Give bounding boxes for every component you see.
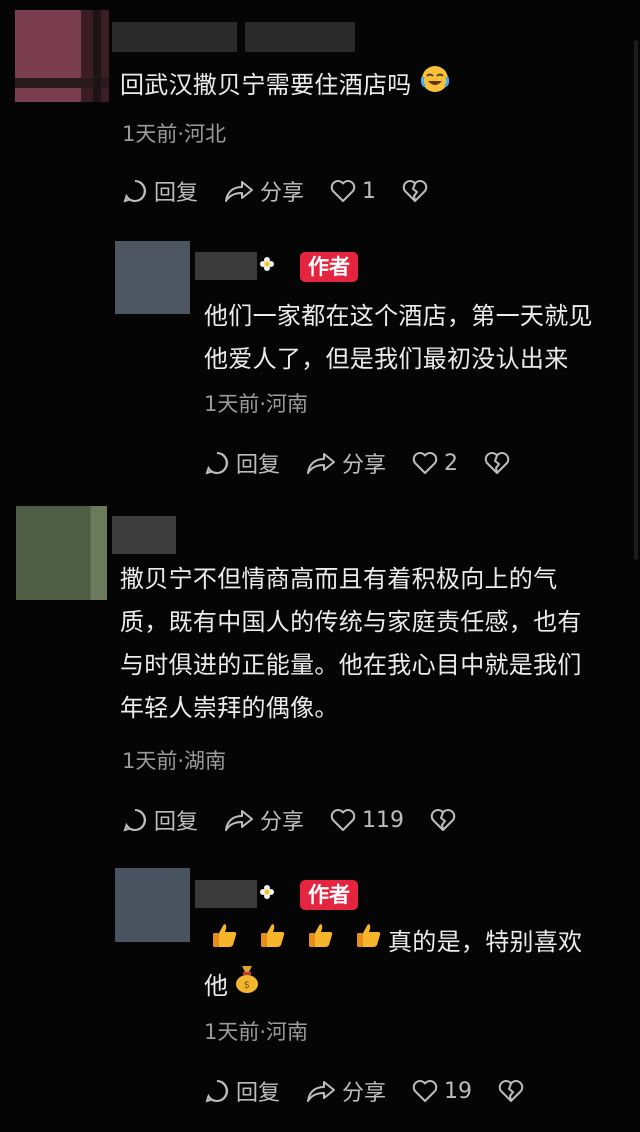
heart-icon <box>330 180 356 202</box>
comment-actions: 回复 分享 1 <box>122 175 460 207</box>
svg-text:$: $ <box>244 980 251 991</box>
comment-2: 作者 他们一家都在这个酒店，第一天就见 他爱人了，但是我们最初没认出来 1天前·… <box>0 230 640 500</box>
comment-text: 真的是，特别喜欢 他 $ <box>204 920 582 1008</box>
like-count: 2 <box>444 450 459 476</box>
share-label: 分享 <box>342 1081 387 1106</box>
comment-line: 年轻人崇拜的偶像。 <box>120 694 339 722</box>
broken-heart-icon <box>430 809 456 831</box>
flower-icon <box>259 884 275 900</box>
thumbs-up-emoji <box>306 920 336 964</box>
reply-icon <box>205 451 229 475</box>
heart-icon <box>412 452 438 474</box>
comment-meta: 1天前·河南 <box>204 392 309 416</box>
thumbs-up-emoji <box>210 920 240 964</box>
reply-label: 回复 <box>236 1081 281 1106</box>
avatar[interactable] <box>15 10 109 102</box>
username-blurred[interactable] <box>112 516 176 554</box>
username-blurred[interactable] <box>112 22 237 52</box>
comment-meta: 1天前·湖南 <box>122 749 227 773</box>
comment-line: 他们一家都在这个酒店，第一天就见 <box>204 302 593 330</box>
share-button[interactable]: 分享 <box>224 804 304 836</box>
comment-line: 他 $ <box>204 964 582 1008</box>
comment-1: 回武汉撒贝宁需要住酒店吗 1天前·河北 回复 分享 1 <box>0 0 640 230</box>
like-button[interactable]: 19 <box>412 1079 472 1104</box>
reply-icon <box>123 179 147 203</box>
share-button[interactable]: 分享 <box>306 447 386 479</box>
comment-body: 他 <box>204 971 229 1000</box>
thumbs-up-emoji <box>354 920 384 964</box>
comment-4: 作者 真的是，特别喜欢 他 $ 1天前·河南 回复 分享 19 <box>0 860 640 1132</box>
comment-text: 撒贝宁不但情商高而且有着积极向上的气 质，既有中国人的传统与家庭责任感，也有 与… <box>120 558 582 730</box>
share-icon <box>307 453 336 474</box>
comment-text: 他们一家都在这个酒店，第一天就见 他爱人了，但是我们最初没认出来 <box>204 295 593 381</box>
comment-line: 撒贝宁不但情商高而且有着积极向上的气 <box>120 565 558 593</box>
flower-icon <box>259 256 275 272</box>
comment-text: 回武汉撒贝宁需要住酒店吗 <box>120 64 450 108</box>
reply-label: 回复 <box>154 810 199 835</box>
reply-icon <box>123 808 147 832</box>
comment-actions: 回复 分享 119 <box>122 804 488 836</box>
like-button[interactable]: 119 <box>330 808 404 833</box>
comment-actions: 回复 分享 19 <box>204 1075 556 1107</box>
heart-icon <box>330 809 356 831</box>
like-button[interactable]: 1 <box>330 179 376 204</box>
like-count: 1 <box>362 178 377 204</box>
comment-actions: 回复 分享 2 <box>204 447 542 479</box>
reply-label: 回复 <box>236 453 281 478</box>
comment-body: 回武汉撒贝宁需要住酒店吗 <box>120 71 412 99</box>
money-bag-emoji: $ <box>234 964 260 1008</box>
comment-meta: 1天前·河南 <box>204 1020 309 1044</box>
like-count: 19 <box>444 1078 473 1104</box>
comment-line: 与时俱进的正能量。他在我心目中就是我们 <box>120 651 582 679</box>
username-blurred[interactable] <box>195 252 257 280</box>
share-label: 分享 <box>260 181 305 206</box>
dislike-button[interactable] <box>498 1079 530 1103</box>
share-icon <box>307 1081 336 1102</box>
share-icon <box>225 181 254 202</box>
comment-line: 他爱人了，但是我们最初没认出来 <box>204 345 569 373</box>
comment-line: 真的是，特别喜欢 <box>210 920 582 964</box>
share-label: 分享 <box>342 453 387 478</box>
username-blurred[interactable] <box>195 880 257 908</box>
reply-icon <box>205 1079 229 1103</box>
heart-icon <box>412 1080 438 1102</box>
share-button[interactable]: 分享 <box>306 1075 386 1107</box>
crying-laughing-emoji <box>420 64 450 108</box>
reply-button[interactable]: 回复 <box>204 447 280 479</box>
dislike-button[interactable] <box>402 179 434 203</box>
author-badge: 作者 <box>300 252 358 282</box>
avatar[interactable] <box>115 241 190 314</box>
comment-3: 撒贝宁不但情商高而且有着积极向上的气 质，既有中国人的传统与家庭责任感，也有 与… <box>0 500 640 860</box>
comment-meta: 1天前·河北 <box>122 122 227 146</box>
reply-label: 回复 <box>154 181 199 206</box>
author-badge: 作者 <box>300 880 358 910</box>
reply-button[interactable]: 回复 <box>204 1075 280 1107</box>
avatar[interactable] <box>115 868 190 942</box>
share-icon <box>225 810 254 831</box>
share-button[interactable]: 分享 <box>224 175 304 207</box>
reply-button[interactable]: 回复 <box>122 804 198 836</box>
broken-heart-icon <box>484 452 510 474</box>
share-label: 分享 <box>260 810 305 835</box>
broken-heart-icon <box>402 180 428 202</box>
broken-heart-icon <box>498 1080 524 1102</box>
thumbs-up-emoji <box>258 920 288 964</box>
like-count: 119 <box>362 807 405 833</box>
username-blurred <box>245 22 355 52</box>
comment-body: 真的是，特别喜欢 <box>388 927 583 956</box>
avatar[interactable] <box>16 506 107 600</box>
dislike-button[interactable] <box>430 808 462 832</box>
dislike-button[interactable] <box>484 451 516 475</box>
comment-line: 质，既有中国人的传统与家庭责任感，也有 <box>120 608 582 636</box>
scrollbar[interactable] <box>634 40 638 560</box>
reply-button[interactable]: 回复 <box>122 175 198 207</box>
like-button[interactable]: 2 <box>412 451 458 476</box>
